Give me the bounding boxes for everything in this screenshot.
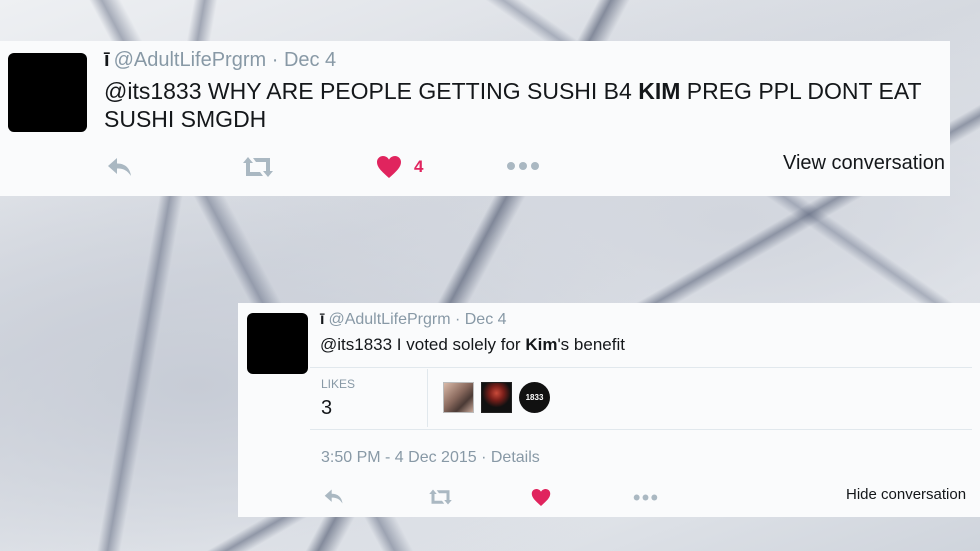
retweet-icon <box>429 489 452 505</box>
tweet-header: ī @AdultLifePrgrm · Dec 4 <box>104 49 336 72</box>
details-link[interactable]: Details <box>491 449 540 466</box>
retweet-button[interactable] <box>427 488 454 506</box>
tweet-header: ī @AdultLifePrgrm · Dec 4 <box>320 311 507 329</box>
heart-icon <box>377 156 401 178</box>
tweet-text: @its1833 WHY ARE PEOPLE GETTING SUSHI B4… <box>104 77 934 133</box>
more-icon <box>633 494 658 501</box>
account-glyph: ī <box>104 49 110 71</box>
liker-avatar-2[interactable] <box>481 382 512 413</box>
more-button[interactable] <box>633 493 658 502</box>
user-handle[interactable]: @AdultLifePrgrm <box>328 311 450 328</box>
tweet-card-2: ī @AdultLifePrgrm · Dec 4 @its1833 I vote… <box>238 303 980 517</box>
reply-button[interactable] <box>323 488 345 505</box>
tweet-text-bold: KIM <box>638 78 681 104</box>
avatar[interactable] <box>8 53 87 132</box>
liker-badge-text: 1833 <box>525 393 544 402</box>
retweet-icon <box>243 157 273 177</box>
header-separator: · <box>454 311 461 328</box>
stats-divider <box>427 369 428 427</box>
reply-button[interactable] <box>106 156 134 178</box>
details-separator: · <box>481 449 487 466</box>
reply-icon <box>324 489 343 504</box>
likes-count[interactable]: 3 <box>321 397 332 420</box>
view-conversation-link[interactable]: View conversation <box>783 152 945 175</box>
divider <box>310 429 972 430</box>
tweet-text: @its1833 I voted solely for Kim's benefi… <box>320 334 960 356</box>
more-button[interactable] <box>506 160 540 172</box>
reply-icon <box>108 158 131 176</box>
retweet-button[interactable] <box>240 155 276 179</box>
like-button[interactable]: 4 <box>376 155 423 179</box>
header-separator: · <box>271 49 279 71</box>
timestamp-text[interactable]: 3:50 PM - 4 Dec 2015 <box>321 449 477 466</box>
liker-avatar-1[interactable] <box>443 382 474 413</box>
tweet-date[interactable]: Dec 4 <box>284 49 336 71</box>
like-button[interactable] <box>531 488 551 507</box>
tweet-text-part1: @its1833 WHY ARE PEOPLE GETTING SUSHI B4 <box>104 78 639 104</box>
tweet-text-part1: @its1833 I voted solely for <box>320 335 526 354</box>
tweet-date[interactable]: Dec 4 <box>465 311 507 328</box>
tweet-text-bold: Kim <box>525 335 558 354</box>
user-handle[interactable]: @AdultLifePrgrm <box>114 49 267 71</box>
like-count: 4 <box>414 157 424 176</box>
tweet-text-part2: 's benefit <box>557 335 625 354</box>
tweet-card-1: ī @AdultLifePrgrm · Dec 4 @its1833 WHY AR… <box>0 41 950 196</box>
more-icon <box>507 162 539 170</box>
account-glyph: ī <box>320 311 325 328</box>
divider <box>310 367 972 368</box>
hide-conversation-link[interactable]: Hide conversation <box>846 486 966 503</box>
liker-avatar-3[interactable]: 1833 <box>519 382 550 413</box>
likes-label[interactable]: LIKES <box>321 377 355 391</box>
avatar[interactable] <box>247 313 308 374</box>
heart-icon <box>531 489 551 506</box>
tweet-timestamp: 3:50 PM - 4 Dec 2015 · Details <box>321 449 540 467</box>
